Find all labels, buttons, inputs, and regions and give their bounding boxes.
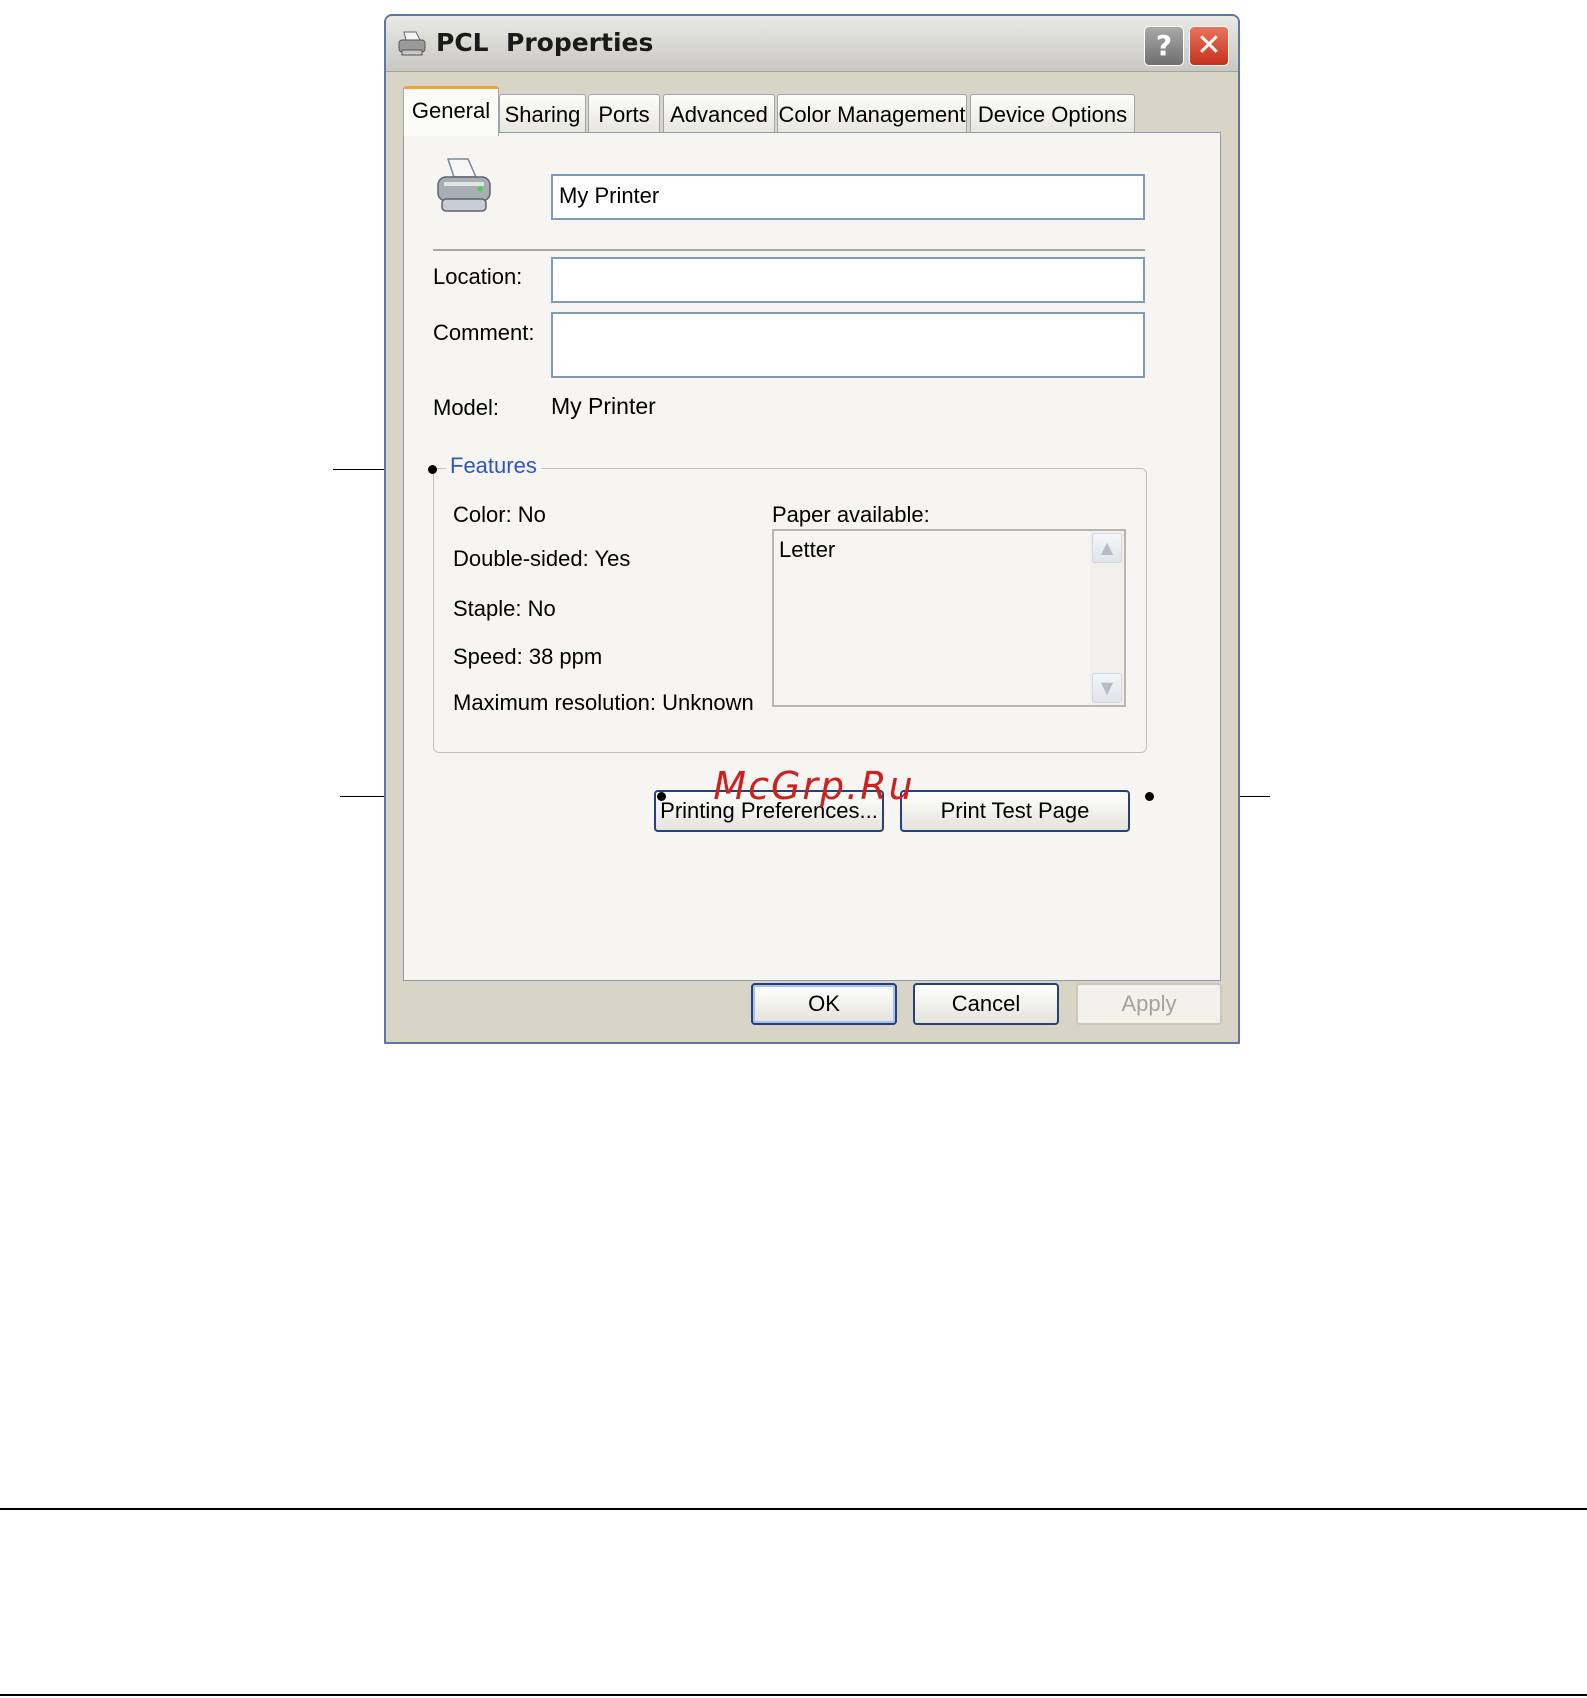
features-title: Features (446, 453, 541, 479)
tab-advanced[interactable]: Advanced (663, 94, 775, 134)
tab-general[interactable]: General (403, 86, 499, 136)
scroll-up-arrow-icon[interactable]: ▲ (1092, 533, 1122, 563)
feature-staple: Staple: No (453, 596, 556, 621)
feature-max-resolution: Maximum resolution: Unknown (453, 690, 754, 715)
close-button[interactable]: ✕ (1189, 26, 1229, 66)
general-tab-panel: My Printer Location: Comment: Model: My … (403, 132, 1221, 981)
location-label: Location: (433, 264, 523, 289)
feature-speed: Speed: 38 ppm (453, 644, 603, 669)
help-button[interactable]: ? (1144, 26, 1184, 66)
printer-icon (398, 31, 426, 56)
window-title: PCL Properties (436, 28, 654, 57)
model-value: My Printer (551, 393, 656, 419)
comment-input[interactable] (551, 312, 1145, 378)
tab-sharing[interactable]: Sharing (499, 94, 586, 134)
features-groupbox: Features Color: No Double-sided: Yes Sta… (433, 453, 1147, 753)
comment-label: Comment: (433, 320, 535, 345)
tab-color-management[interactable]: Color Management (777, 94, 967, 134)
watermark-text: McGrp.Ru (713, 764, 915, 808)
paper-list[interactable]: Letter ▲ ▼ (772, 529, 1126, 707)
title-bar[interactable]: PCL Properties ? ✕ (386, 16, 1238, 72)
ok-button[interactable]: OK (751, 983, 897, 1025)
tab-ports[interactable]: Ports (588, 94, 660, 134)
paper-list-scrollbar[interactable]: ▲ ▼ (1090, 531, 1124, 705)
callout-dot-print-test-page (1145, 792, 1154, 801)
scroll-down-arrow-icon[interactable]: ▼ (1092, 673, 1122, 703)
properties-dialog: PCL Properties ? ✕ General Sharing Ports… (384, 14, 1240, 1044)
page-rule-bottom (0, 1694, 1587, 1696)
cancel-button[interactable]: Cancel (913, 983, 1059, 1025)
feature-double-sided: Double-sided: Yes (453, 546, 631, 571)
separator (433, 249, 1145, 251)
location-input[interactable] (551, 257, 1145, 303)
page-rule-top (0, 1508, 1587, 1510)
model-label: Model: (433, 395, 500, 420)
feature-color: Color: No (453, 502, 546, 527)
tab-device-options[interactable]: Device Options (970, 94, 1135, 134)
apply-button[interactable]: Apply (1076, 983, 1222, 1025)
paper-available-label: Paper available: (772, 502, 930, 527)
callout-dot-features (428, 465, 437, 474)
printer-icon (437, 158, 491, 212)
printer-name-input[interactable]: My Printer (551, 174, 1145, 220)
paper-list-item[interactable]: Letter (779, 537, 835, 563)
callout-dot-printing-preferences (657, 792, 666, 801)
